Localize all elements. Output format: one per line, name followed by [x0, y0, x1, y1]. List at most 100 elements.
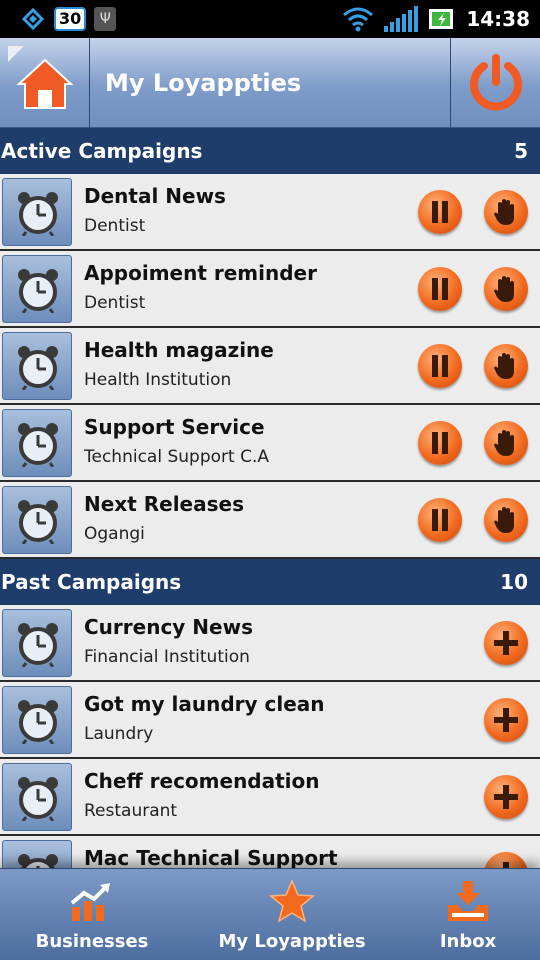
nav-label: My Loyappties	[218, 931, 366, 952]
campaign-title: Appoiment reminder	[84, 261, 317, 285]
alarm-clock-icon	[18, 192, 58, 236]
campaign-title: Health magazine	[84, 338, 274, 362]
app-header: My Loyappties	[0, 38, 540, 128]
page-title: My Loyappties	[105, 69, 302, 97]
notification-icon	[21, 7, 45, 31]
campaign-thumbnail	[2, 409, 72, 477]
campaign-thumbnail	[2, 763, 72, 831]
nav-inbox[interactable]: Inbox	[418, 869, 518, 960]
campaign-business: Restaurant	[84, 801, 178, 821]
chart-up-icon	[70, 883, 110, 921]
stop-button[interactable]	[484, 421, 528, 465]
active-campaigns-list: Dental News Dentist Appoiment reminder D…	[0, 174, 540, 559]
campaign-business: Health Institution	[84, 370, 232, 390]
section-count: 5	[514, 139, 528, 163]
alarm-clock-icon	[18, 623, 58, 667]
campaign-row[interactable]: Currency News Financial Institution	[0, 605, 540, 682]
star-icon	[269, 879, 315, 923]
nav-businesses[interactable]: Businesses	[20, 869, 164, 960]
campaign-title: Got my laundry clean	[84, 692, 325, 716]
power-icon	[470, 54, 522, 111]
alarm-clock-icon	[18, 700, 58, 744]
status-bar: 30 Ψ 14:38	[0, 0, 540, 38]
alarm-clock-icon	[18, 500, 58, 544]
campaign-row[interactable]: Health magazine Health Institution	[0, 328, 540, 405]
section-label: Past Campaigns	[1, 570, 182, 594]
pause-icon	[432, 278, 448, 300]
pause-icon	[432, 509, 448, 531]
alarm-clock-icon	[18, 777, 58, 821]
pause-icon	[432, 432, 448, 454]
pause-button[interactable]	[418, 190, 462, 234]
stop-hand-icon	[494, 276, 514, 302]
campaign-thumbnail	[2, 178, 72, 246]
plus-icon	[494, 631, 518, 655]
campaign-thumbnail	[2, 486, 72, 554]
nav-label: Inbox	[439, 931, 497, 952]
pause-button[interactable]	[418, 344, 462, 388]
home-icon	[16, 58, 74, 109]
campaign-business: Laundry	[84, 724, 154, 744]
campaign-row[interactable]: Support Service Technical Support C.A	[0, 405, 540, 482]
inbox-download-icon	[448, 881, 488, 921]
campaign-title: Dental News	[84, 184, 226, 208]
stop-button[interactable]	[484, 267, 528, 311]
alarm-clock-icon	[18, 423, 58, 467]
alarm-clock-icon	[18, 269, 58, 313]
past-campaigns-header: Past Campaigns 10	[0, 559, 540, 605]
stop-hand-icon	[494, 353, 514, 379]
plus-icon	[494, 785, 518, 809]
campaign-title: Mac Technical Support	[84, 846, 338, 870]
section-label: Active Campaigns	[1, 139, 203, 163]
power-button[interactable]	[450, 38, 540, 128]
campaign-title: Support Service	[84, 415, 265, 439]
alarm-clock-icon	[18, 346, 58, 390]
pause-icon	[432, 201, 448, 223]
active-campaigns-header: Active Campaigns 5	[0, 128, 540, 174]
stop-hand-icon	[494, 507, 514, 533]
plus-icon	[494, 708, 518, 732]
past-campaigns-list: Currency News Financial Institution Got …	[0, 605, 540, 913]
add-button[interactable]	[484, 621, 528, 665]
pause-icon	[432, 355, 448, 377]
status-left: 30 Ψ	[20, 5, 117, 33]
campaign-row[interactable]: Next Releases Ogangi	[0, 482, 540, 559]
campaign-business: Technical Support C.A	[84, 447, 269, 467]
campaign-business: Dentist	[84, 293, 146, 313]
bottom-navigation: Businesses My Loyappties Inbox	[0, 868, 540, 960]
stop-button[interactable]	[484, 498, 528, 542]
campaign-title: Currency News	[84, 615, 253, 639]
usb-icon: Ψ	[94, 7, 117, 31]
campaign-title: Next Releases	[84, 492, 244, 516]
campaign-row[interactable]: Appoiment reminder Dentist	[0, 251, 540, 328]
pause-button[interactable]	[418, 421, 462, 465]
section-count: 10	[500, 570, 528, 594]
campaign-title: Cheff recomendation	[84, 769, 320, 793]
battery-icon	[429, 9, 454, 29]
add-button[interactable]	[484, 698, 528, 742]
stop-button[interactable]	[484, 344, 528, 388]
campaign-row[interactable]: Cheff recomendation Restaurant	[0, 759, 540, 836]
status-right: 14:38	[342, 5, 530, 33]
campaign-thumbnail	[2, 332, 72, 400]
campaign-business: Financial Institution	[84, 647, 250, 667]
stop-hand-icon	[494, 199, 514, 225]
clock-time: 14:38	[466, 7, 530, 31]
campaign-thumbnail	[2, 609, 72, 677]
stop-hand-icon	[494, 430, 514, 456]
home-button[interactable]	[0, 38, 90, 128]
pause-button[interactable]	[418, 267, 462, 311]
campaign-row[interactable]: Got my laundry clean Laundry	[0, 682, 540, 759]
campaign-business: Ogangi	[84, 524, 145, 544]
nav-my-loyappties[interactable]: My Loyappties	[212, 869, 372, 960]
campaign-row[interactable]: Dental News Dentist	[0, 174, 540, 251]
stop-button[interactable]	[484, 190, 528, 234]
wifi-icon	[343, 7, 374, 32]
pause-button[interactable]	[418, 498, 462, 542]
calendar-badge: 30	[54, 7, 87, 31]
campaign-business: Dentist	[84, 216, 146, 236]
nav-label: Businesses	[35, 931, 149, 952]
campaign-thumbnail	[2, 686, 72, 754]
signal-icon	[384, 6, 419, 32]
add-button[interactable]	[484, 775, 528, 819]
